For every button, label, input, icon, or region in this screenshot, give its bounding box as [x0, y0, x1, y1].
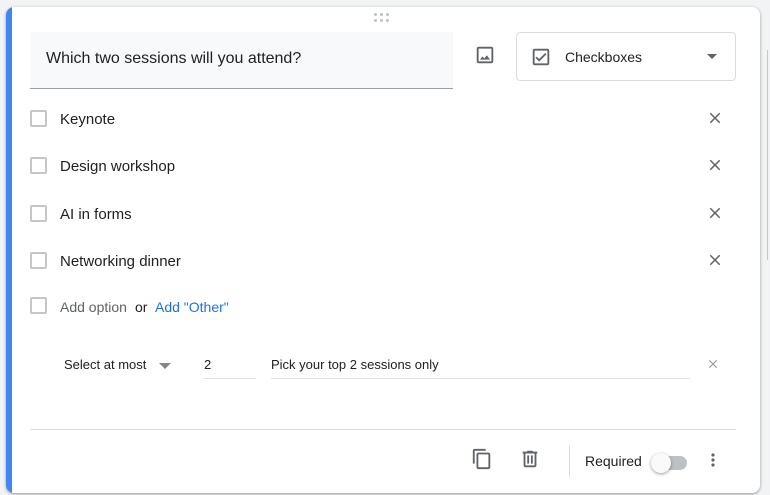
checkbox-icon — [530, 46, 552, 73]
chevron-down-icon[interactable] — [159, 363, 171, 369]
validation-rule-select[interactable]: Select at most — [64, 357, 146, 372]
footer-divider — [30, 429, 736, 430]
remove-option-icon[interactable] — [703, 106, 727, 130]
remove-option-icon[interactable] — [703, 201, 727, 225]
question-type-label: Checkboxes — [565, 49, 643, 65]
or-separator: or — [135, 299, 148, 315]
option-checkbox — [30, 205, 47, 222]
option-checkbox — [30, 297, 47, 314]
remove-option-icon[interactable] — [703, 153, 727, 177]
question-title-field[interactable]: Which two sessions will you attend? — [30, 32, 453, 89]
option-row[interactable]: Keynote — [30, 108, 736, 132]
option-checkbox — [30, 110, 47, 127]
add-option-row: Add option or Add "Other" — [30, 296, 530, 320]
option-row[interactable]: Networking dinner — [30, 250, 736, 274]
remove-option-icon[interactable] — [703, 248, 727, 272]
add-image-icon[interactable] — [471, 41, 499, 69]
required-toggle[interactable] — [651, 452, 691, 474]
more-options-icon[interactable] — [702, 447, 724, 473]
active-accent-bar — [6, 7, 12, 493]
validation-error-text-input[interactable]: Pick your top 2 sessions only — [271, 350, 690, 379]
chevron-down-icon — [707, 54, 717, 59]
remove-validation-icon[interactable] — [704, 355, 722, 373]
option-label[interactable]: Networking dinner — [60, 253, 181, 270]
option-label[interactable]: Design workshop — [60, 158, 175, 175]
option-checkbox — [30, 252, 47, 269]
validation-number-input[interactable]: 2 — [204, 350, 256, 379]
question-type-dropdown[interactable]: Checkboxes — [516, 32, 736, 81]
validation-number-value: 2 — [204, 357, 212, 372]
add-option-button[interactable]: Add option — [60, 299, 127, 315]
duplicate-icon[interactable] — [469, 446, 495, 472]
question-card[interactable]: Which two sessions will you attend? Chec… — [6, 7, 760, 493]
option-label[interactable]: AI in forms — [60, 206, 132, 223]
footer-separator — [569, 445, 570, 477]
option-label[interactable]: Keynote — [60, 111, 115, 128]
question-title-text: Which two sessions will you attend? — [46, 50, 302, 67]
validation-error-text-value: Pick your top 2 sessions only — [271, 357, 439, 372]
option-row[interactable]: Design workshop — [30, 155, 736, 179]
response-validation-row: Select at most 2 Pick your top 2 session… — [30, 350, 736, 380]
add-other-link[interactable]: Add "Other" — [155, 299, 229, 315]
required-toggle-knob — [651, 453, 671, 473]
option-checkbox — [30, 157, 47, 174]
delete-icon[interactable] — [517, 446, 543, 472]
option-row[interactable]: AI in forms — [30, 203, 736, 227]
drag-handle-icon[interactable] — [374, 13, 394, 25]
required-label: Required — [585, 453, 642, 469]
